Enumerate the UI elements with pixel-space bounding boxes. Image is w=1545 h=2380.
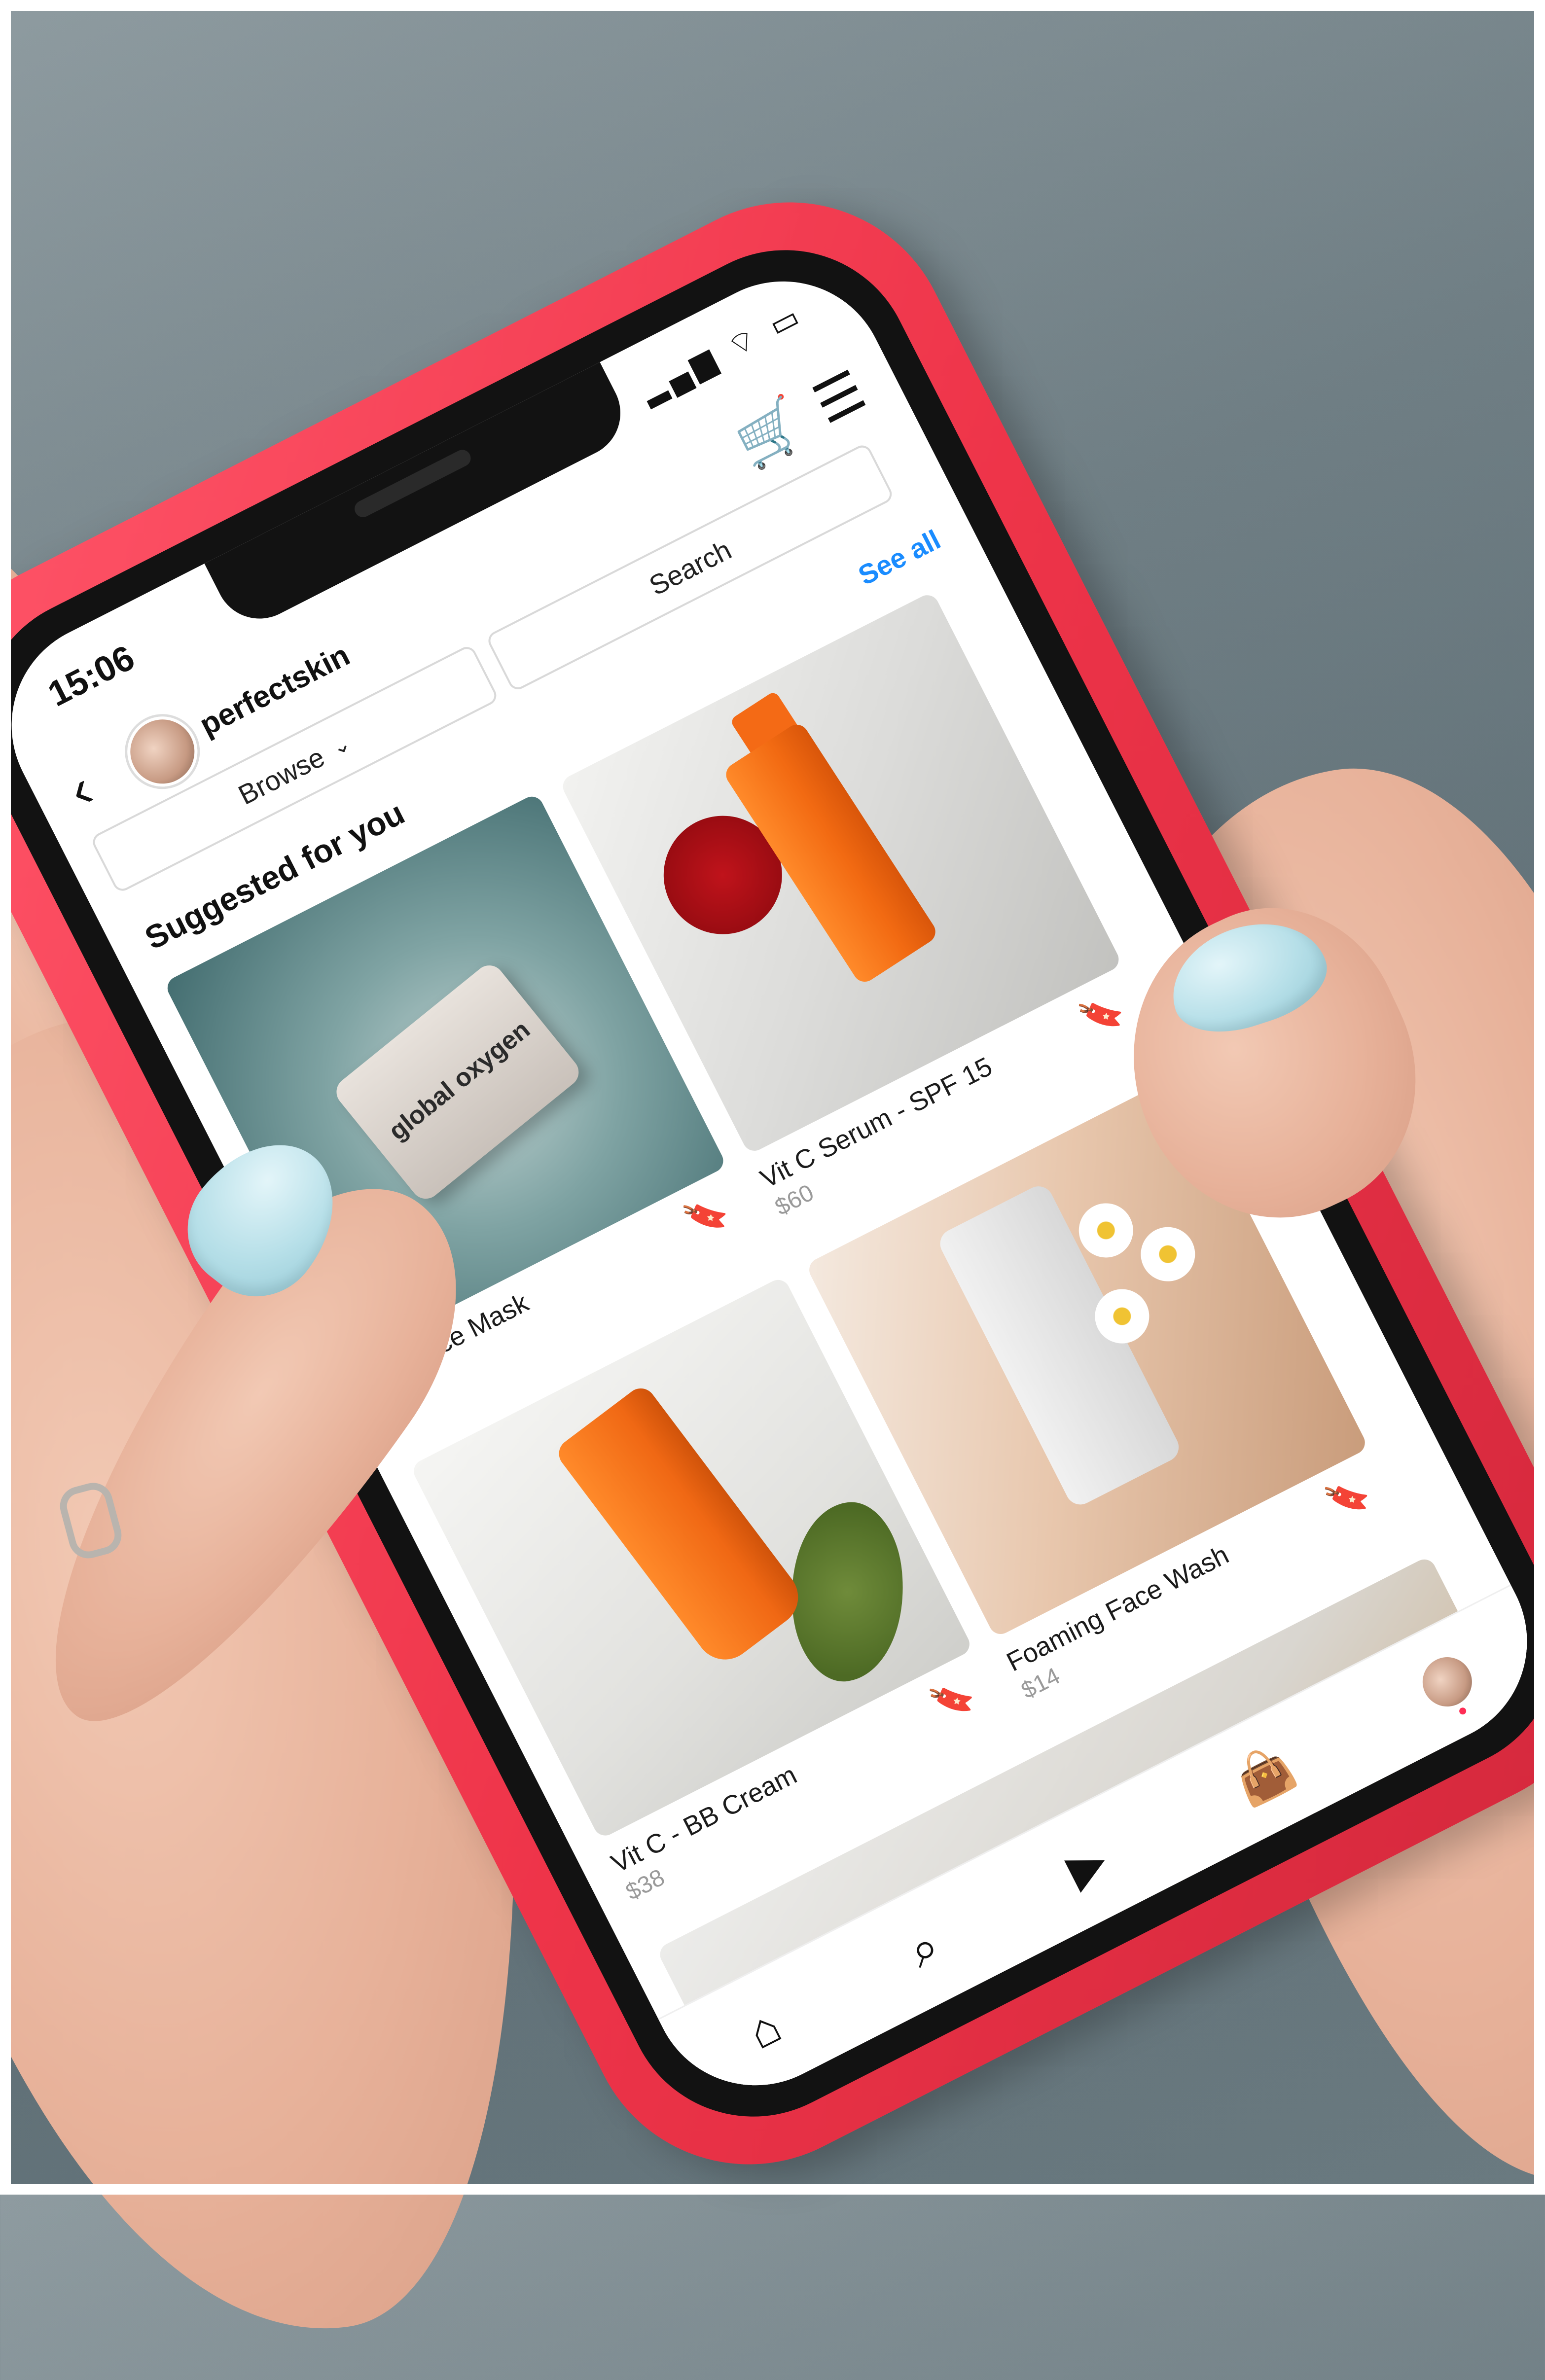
speaker xyxy=(352,447,474,520)
foam-bottle xyxy=(935,1181,1184,1510)
notification-dot xyxy=(1458,1706,1468,1716)
chevron-down-icon: ⌄ xyxy=(327,730,355,760)
reels-icon[interactable]: ▶ xyxy=(1059,1833,1115,1897)
jar-label: global oxygen xyxy=(383,1015,536,1146)
shop-icon[interactable]: 👜 xyxy=(1226,1738,1302,1812)
menu-icon[interactable]: ☰ xyxy=(804,359,875,435)
home-icon[interactable]: ⌂ xyxy=(740,1999,789,2060)
daisy xyxy=(1131,1217,1205,1291)
leaf xyxy=(780,1496,915,1687)
see-all-link[interactable]: See all xyxy=(853,523,946,591)
cream-tube xyxy=(553,1382,810,1671)
status-time: 15:06 xyxy=(41,638,141,714)
profile-avatar[interactable] xyxy=(1414,1648,1481,1716)
search-icon[interactable]: ⌕ xyxy=(900,1918,947,1978)
cart-icon[interactable]: 🛒 xyxy=(726,391,814,475)
search-label: Search xyxy=(644,533,736,602)
back-icon[interactable]: ‹ xyxy=(59,758,102,820)
jar: global oxygen xyxy=(330,959,585,1205)
